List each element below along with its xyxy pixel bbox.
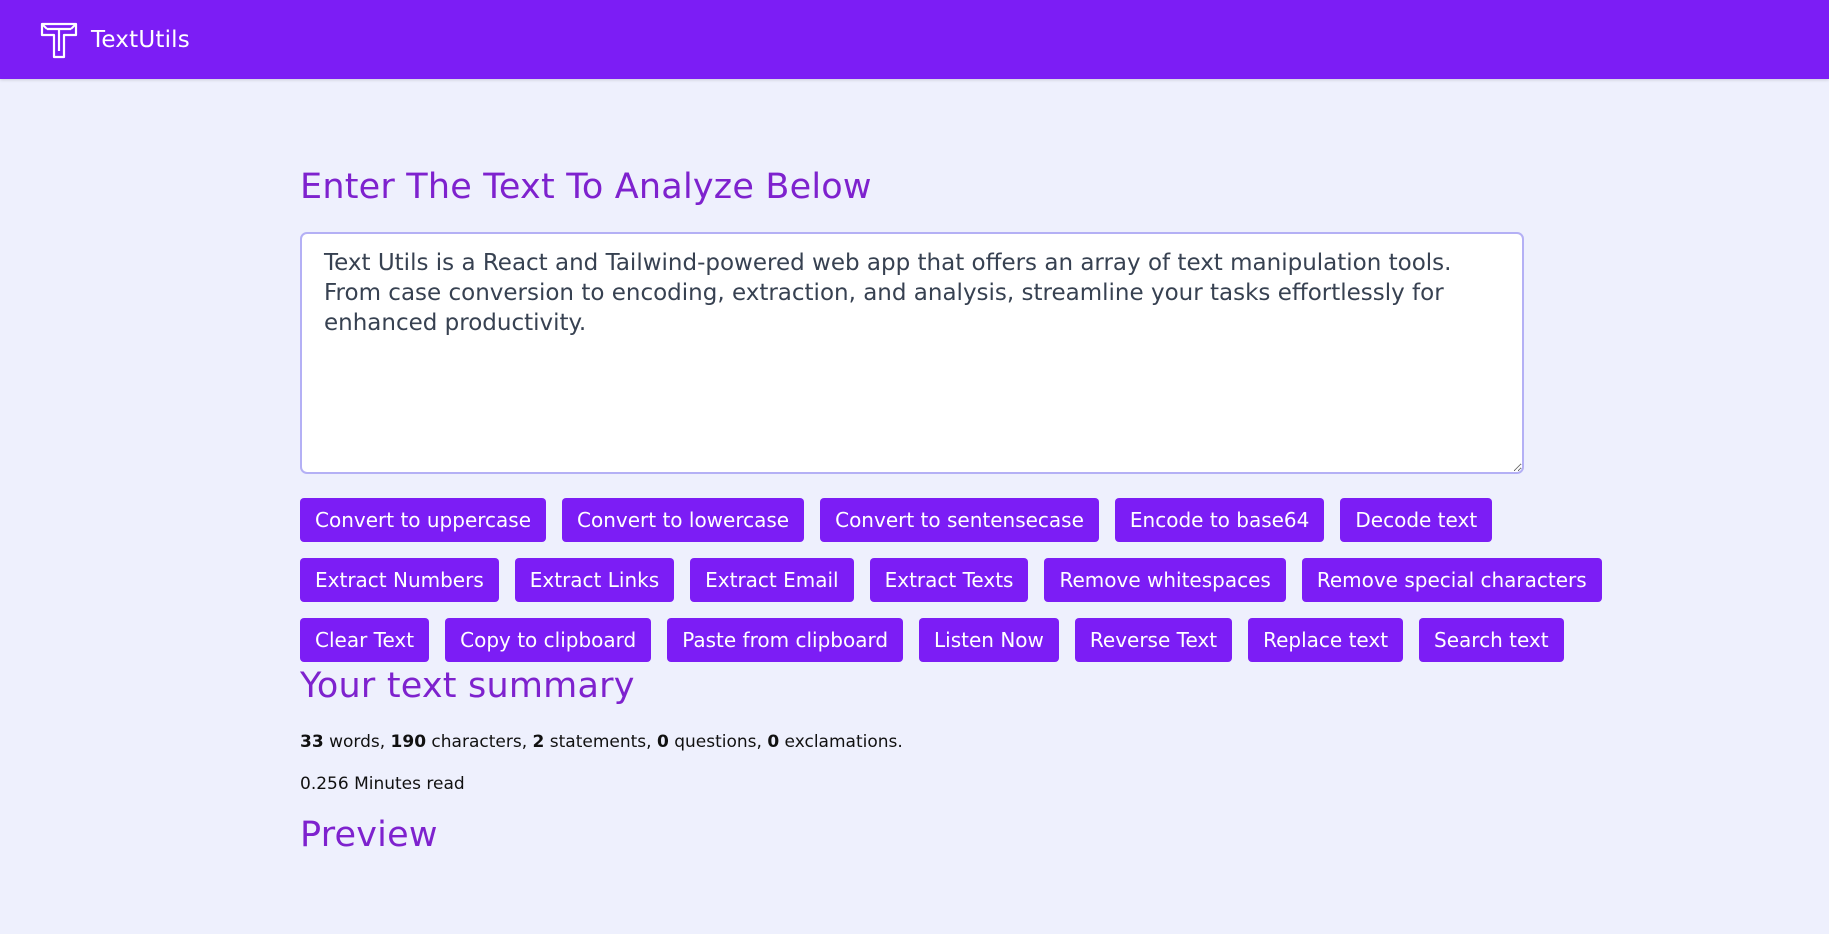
paste-from-clipboard-button[interactable]: Paste from clipboard	[667, 618, 904, 662]
t-logo-icon	[40, 22, 78, 58]
navbar: TextUtils	[0, 0, 1829, 79]
listen-now-button[interactable]: Listen Now	[919, 618, 1059, 662]
extract-links-button[interactable]: Extract Links	[514, 558, 675, 602]
statement-count: 2	[532, 732, 545, 752]
word-count: 33	[300, 732, 324, 752]
word-label: words,	[323, 732, 391, 752]
reverse-text-button[interactable]: Reverse Text	[1074, 618, 1233, 662]
convert-lowercase-button[interactable]: Convert to lowercase	[562, 498, 805, 542]
extract-numbers-button[interactable]: Extract Numbers	[300, 558, 499, 602]
button-row-2: Extract Numbers Extract Links Extract Em…	[300, 558, 1602, 602]
extract-email-button[interactable]: Extract Email	[690, 558, 854, 602]
brand[interactable]: TextUtils	[40, 21, 190, 59]
replace-text-button[interactable]: Replace text	[1248, 618, 1404, 662]
question-count: 0	[656, 732, 669, 752]
exclamation-count: 0	[767, 732, 780, 752]
read-time: 0.256 Minutes read	[300, 774, 465, 794]
page-title: Enter The Text To Analyze Below	[300, 167, 872, 207]
copy-to-clipboard-button[interactable]: Copy to clipboard	[445, 618, 652, 662]
button-row-3: Clear Text Copy to clipboard Paste from …	[300, 618, 1564, 662]
character-count: 190	[390, 732, 427, 752]
remove-whitespaces-button[interactable]: Remove whitespaces	[1044, 558, 1286, 602]
exclamation-label: exclamations.	[779, 732, 903, 752]
encode-base64-button[interactable]: Encode to base64	[1114, 498, 1325, 542]
text-stats: 33 words, 190 characters, 2 statements, …	[300, 732, 1524, 752]
preview-title: Preview	[300, 815, 438, 855]
statement-label: statements,	[544, 732, 657, 752]
text-input[interactable]	[300, 232, 1524, 474]
question-label: questions,	[668, 732, 768, 752]
remove-special-characters-button[interactable]: Remove special characters	[1301, 558, 1602, 602]
convert-uppercase-button[interactable]: Convert to uppercase	[300, 498, 547, 542]
decode-text-button[interactable]: Decode text	[1340, 498, 1493, 542]
convert-sentencecase-button[interactable]: Convert to sentensecase	[820, 498, 1099, 542]
clear-text-button[interactable]: Clear Text	[300, 618, 430, 662]
character-label: characters,	[426, 732, 533, 752]
brand-name[interactable]: TextUtils	[91, 27, 190, 53]
search-text-button[interactable]: Search text	[1419, 618, 1564, 662]
extract-texts-button[interactable]: Extract Texts	[869, 558, 1029, 602]
main-content: Enter The Text To Analyze Below Convert …	[300, 160, 1602, 859]
summary-title: Your text summary	[300, 666, 635, 706]
button-row-1: Convert to uppercase Convert to lowercas…	[300, 498, 1524, 542]
